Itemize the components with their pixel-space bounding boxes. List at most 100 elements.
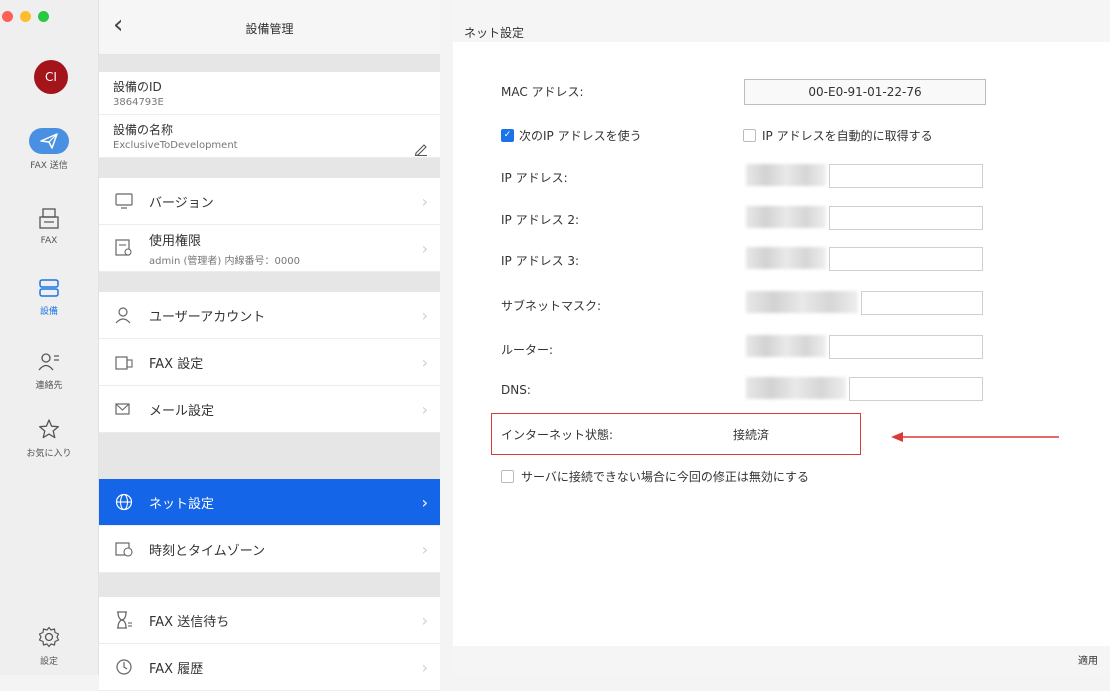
rail-item-settings[interactable]: 設定 [0, 626, 98, 667]
paper-plane-icon [29, 128, 69, 154]
menu-item-fax-settings[interactable]: FAX 設定 › [99, 339, 440, 386]
ip3-redaction [746, 247, 826, 269]
close-window-button[interactable] [2, 11, 13, 22]
ip-redaction [746, 164, 826, 186]
section-gap [99, 158, 440, 178]
router-label: ルーター: [501, 343, 554, 357]
device-name-value: ExclusiveToDevelopment [113, 140, 238, 151]
gear-icon [0, 626, 98, 651]
router-input[interactable] [829, 335, 983, 359]
net-settings-pane: ネット設定 MAC アドレス: 00-E0-91-01-22-76 ✓ 次のIP… [453, 0, 1110, 675]
menu-item-label: 使用権限 [149, 233, 202, 249]
rail-item-fax[interactable]: FAX [0, 208, 98, 246]
chevron-right-icon: › [421, 611, 428, 630]
ip3-input[interactable] [829, 247, 983, 271]
chevron-right-icon: › [421, 353, 428, 372]
subnet-label: サブネットマスク: [501, 299, 602, 313]
dns-redaction [746, 377, 846, 399]
rail-item-device[interactable]: 設備 [0, 278, 98, 317]
chevron-right-icon: › [421, 239, 428, 258]
chevron-right-icon: › [421, 658, 428, 677]
section-gap [99, 272, 440, 292]
fax-settings-icon [113, 351, 135, 373]
rail-label: 設備 [39, 307, 58, 317]
auto-ip-checkbox[interactable] [743, 129, 756, 142]
rail-label: FAX [40, 236, 58, 246]
menu-item-fax-queue[interactable]: FAX 送信待ち › [99, 597, 440, 644]
left-nav-rail: CI FAX 送信 FAX 設備 連絡先 お気に入り 設定 [0, 0, 99, 675]
device-id-label: 設備のID [113, 80, 162, 94]
menu-item-label: ネット設定 [149, 496, 215, 512]
section-title: ネット設定 [464, 26, 525, 40]
minimize-window-button[interactable] [20, 11, 31, 22]
red-arrow-annotation [891, 432, 1059, 442]
menu-item-net-settings[interactable]: ネット設定 › [99, 479, 440, 526]
section-gap [99, 55, 440, 72]
permission-icon [113, 237, 135, 259]
chevron-right-icon: › [421, 493, 428, 512]
menu-item-label: FAX 送信待ち [149, 614, 230, 630]
mac-label: MAC アドレス: [501, 85, 584, 99]
chevron-right-icon: › [421, 192, 428, 211]
ip-label: IP アドレス: [501, 171, 568, 185]
subnet-input[interactable] [861, 291, 983, 315]
avatar[interactable]: CI [34, 60, 68, 94]
dns-label: DNS: [501, 383, 531, 397]
ip2-redaction [746, 206, 826, 228]
ip2-label: IP アドレス 2: [501, 213, 580, 227]
menu-item-time-zone[interactable]: 時刻とタイムゾーン › [99, 526, 440, 573]
internet-status-value: 接続済 [733, 428, 770, 442]
discard-changes-checkbox[interactable] [501, 470, 514, 483]
discard-changes-label: サーバに接続できない場合に今回の修正は無効にする [521, 470, 810, 484]
mac-address-field: 00-E0-91-01-22-76 [744, 79, 986, 105]
chevron-right-icon: › [421, 540, 428, 559]
rail-item-contacts[interactable]: 連絡先 [0, 352, 98, 391]
menu-item-label: バージョン [149, 195, 214, 211]
apply-button[interactable]: 適用 [1078, 652, 1098, 667]
ip-input[interactable] [829, 164, 983, 188]
monitor-icon [113, 190, 135, 212]
chevron-right-icon: › [421, 306, 428, 325]
menu-item-mail-settings[interactable]: メール設定 › [99, 386, 440, 433]
device-name-label: 設備の名称 [113, 123, 174, 137]
window-controls [2, 11, 49, 22]
internet-status-label: インターネット状態: [501, 428, 614, 442]
rail-label: FAX 送信 [30, 161, 68, 171]
menu-item-version[interactable]: バージョン › [99, 178, 440, 225]
device-id-row: 設備のID 3864793E [99, 72, 440, 115]
rail-label: お気に入り [26, 449, 72, 459]
rail-label: 連絡先 [35, 381, 63, 391]
use-ip-label: 次のIP アドレスを使う [519, 129, 642, 143]
menu-item-permission[interactable]: 使用権限 admin (管理者) 内線番号：0000 › [99, 225, 440, 272]
fax-icon [0, 208, 98, 233]
subnet-redaction [746, 291, 858, 313]
hourglass-icon [113, 609, 135, 631]
contacts-icon [0, 352, 98, 375]
menu-item-label: メール設定 [149, 403, 215, 419]
device-icon [0, 278, 98, 301]
menu-item-fax-history[interactable]: FAX 履歴 › [99, 644, 440, 691]
panel-header: ‹ 設備管理 [99, 0, 440, 55]
mail-settings-icon [113, 398, 135, 420]
menu-item-label: FAX 履歴 [149, 661, 204, 677]
section-gap [99, 433, 440, 479]
menu-item-label: FAX 設定 [149, 356, 204, 372]
dns-input[interactable] [849, 377, 983, 401]
use-ip-checkbox[interactable]: ✓ [501, 129, 514, 142]
clock-icon [113, 538, 135, 560]
chevron-right-icon: › [421, 400, 428, 419]
page-title: 設備管理 [245, 22, 294, 36]
ip2-input[interactable] [829, 206, 983, 230]
ip3-label: IP アドレス 3: [501, 254, 580, 268]
menu-item-label: 時刻とタイムゾーン [149, 543, 266, 559]
zoom-window-button[interactable] [38, 11, 49, 22]
star-icon [0, 418, 98, 443]
globe-icon [113, 491, 135, 513]
rail-item-fax-send[interactable]: FAX 送信 [0, 128, 98, 171]
user-account-icon [113, 304, 135, 326]
device-id-value: 3864793E [113, 97, 164, 108]
rail-item-favorites[interactable]: お気に入り [0, 418, 98, 459]
pencil-icon[interactable] [414, 141, 428, 160]
menu-item-user-account[interactable]: ユーザーアカウント › [99, 292, 440, 339]
router-redaction [746, 335, 826, 357]
